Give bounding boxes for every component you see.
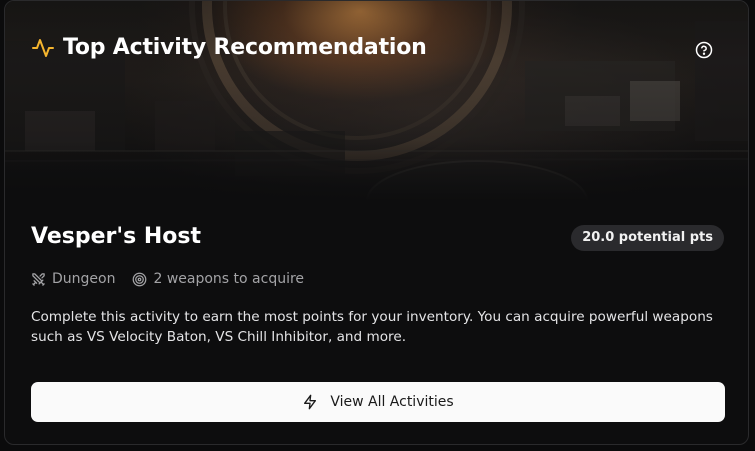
activity-pulse-icon — [32, 38, 54, 57]
help-circle-icon[interactable] — [695, 41, 713, 59]
view-all-activities-button[interactable]: View All Activities — [31, 382, 725, 422]
activity-recommendation-card: Top Activity Recommendation Vesper's Hos… — [4, 0, 749, 445]
activity-type: Dungeon — [31, 271, 115, 287]
card-title: Top Activity Recommendation — [63, 35, 427, 60]
points-badge: 20.0 potential pts — [571, 225, 724, 251]
target-icon — [133, 272, 147, 286]
weapons-count: 2 weapons to acquire — [132, 271, 304, 287]
view-all-activities-label: View All Activities — [330, 394, 454, 410]
activity-meta: Dungeon 2 weapons to acquire — [31, 271, 321, 287]
activity-description: Complete this activity to earn the most … — [31, 309, 713, 345]
hero-image — [5, 1, 748, 201]
activity-name: Vesper's Host — [31, 224, 201, 249]
weapons-count-label: 2 weapons to acquire — [153, 271, 305, 287]
lightning-bolt-icon — [304, 394, 317, 410]
crossed-swords-icon — [32, 272, 45, 286]
card-header: Top Activity Recommendation — [31, 35, 427, 60]
activity-type-label: Dungeon — [52, 271, 116, 287]
